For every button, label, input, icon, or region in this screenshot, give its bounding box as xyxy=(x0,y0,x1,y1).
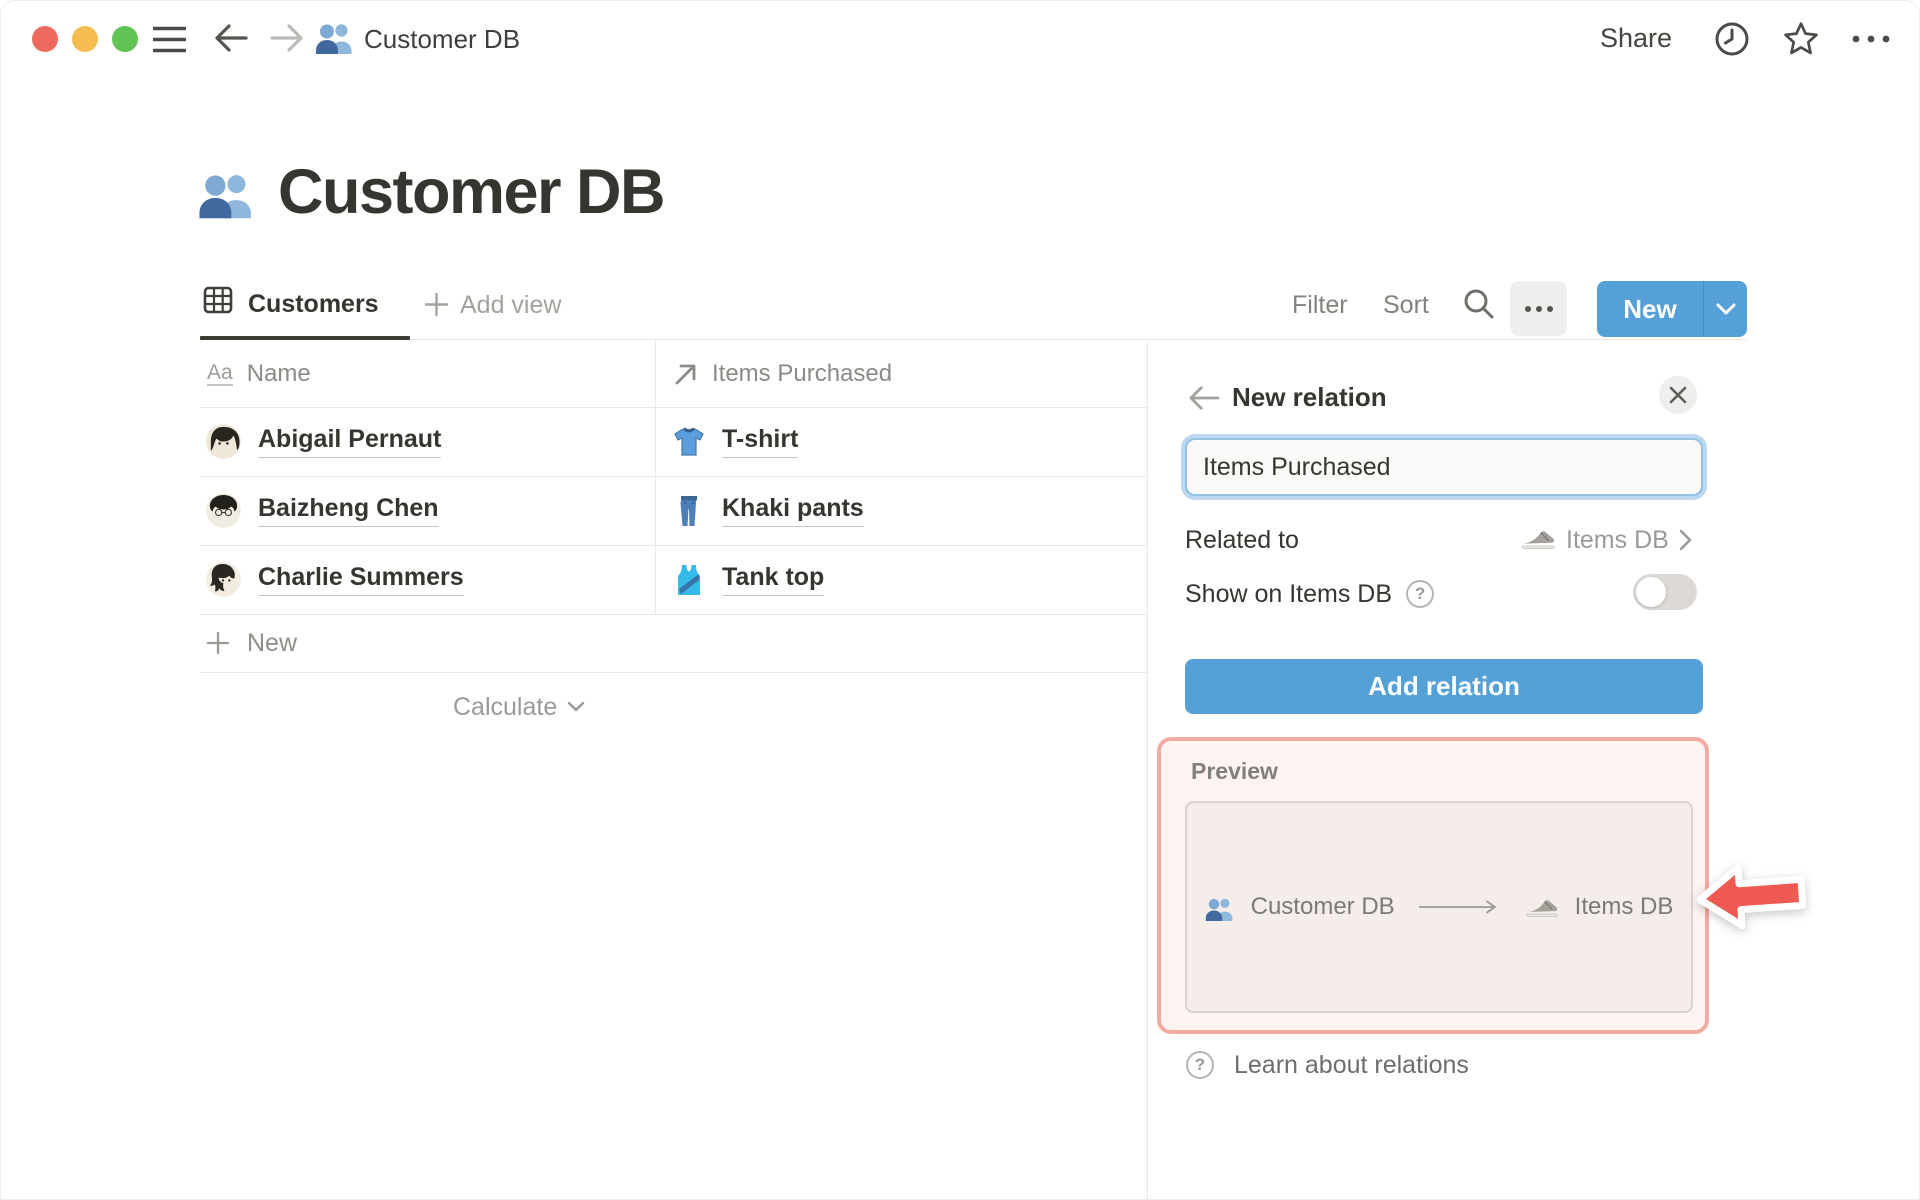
cell-item[interactable]: Tank top xyxy=(722,563,825,596)
table-row[interactable]: Abigail Pernaut xyxy=(206,407,442,476)
column-divider[interactable] xyxy=(655,341,656,614)
active-tab-underline xyxy=(200,336,410,340)
plus-icon xyxy=(206,631,230,655)
cell-name[interactable]: Abigail Pernaut xyxy=(258,425,442,458)
minimize-window-button[interactable] xyxy=(72,26,98,52)
table-cell-relation[interactable]: Khaki pants xyxy=(671,476,864,545)
help-icon: ? xyxy=(1186,1051,1214,1079)
jeans-icon xyxy=(680,495,697,526)
table-cell-relation[interactable]: T-shirt xyxy=(671,407,799,476)
sneaker-icon xyxy=(1525,897,1559,920)
sidebar-menu-icon[interactable] xyxy=(153,26,186,53)
table-view-icon xyxy=(203,286,233,314)
close-window-button[interactable] xyxy=(32,26,58,52)
new-record-button[interactable]: New xyxy=(1597,281,1704,337)
people-icon xyxy=(315,21,355,55)
long-arrow-right-icon xyxy=(1418,900,1496,914)
related-to-value[interactable]: Items DB xyxy=(1520,522,1692,558)
new-record-dropdown-button[interactable] xyxy=(1704,281,1747,337)
table-cell-relation[interactable]: Tank top xyxy=(671,545,825,614)
titlebar: Customer DB Share xyxy=(0,0,1920,76)
table-row[interactable]: Charlie Summers xyxy=(206,545,464,614)
cell-item[interactable]: T-shirt xyxy=(722,425,799,458)
text-property-icon: Aa xyxy=(207,361,233,387)
sort-button[interactable]: Sort xyxy=(1383,291,1429,320)
toolbar-divider xyxy=(200,339,1747,340)
search-icon[interactable] xyxy=(1462,287,1495,320)
relation-name-input[interactable] xyxy=(1185,438,1703,496)
favorite-star-icon[interactable] xyxy=(1782,21,1820,57)
avatar-abigail xyxy=(206,424,241,459)
cell-name[interactable]: Baizheng Chen xyxy=(258,494,439,527)
tab-customers[interactable]: Customers xyxy=(248,290,379,319)
relation-arrow-icon xyxy=(675,364,696,385)
panel-title: New relation xyxy=(1232,382,1387,412)
cell-name[interactable]: Charlie Summers xyxy=(258,563,464,596)
table-row[interactable]: Baizheng Chen xyxy=(206,476,439,545)
preview-target-db: Items DB xyxy=(1574,893,1674,920)
panel-divider xyxy=(1147,341,1148,1200)
calculate-button[interactable]: Calculate xyxy=(453,672,585,742)
plus-icon xyxy=(424,292,449,317)
add-view-button[interactable]: Add view xyxy=(460,291,561,320)
zoom-window-button[interactable] xyxy=(112,26,138,52)
page-title: Customer DB xyxy=(278,157,666,227)
preview-highlight-box: Preview Customer DB Items DB xyxy=(1157,737,1709,1034)
add-relation-button[interactable]: Add relation xyxy=(1185,659,1703,714)
share-button[interactable]: Share xyxy=(1600,23,1672,54)
chevron-down-icon xyxy=(568,701,585,712)
toggle-knob xyxy=(1636,577,1666,607)
sneaker-icon xyxy=(1520,528,1556,552)
add-row-button[interactable]: New xyxy=(206,614,297,672)
back-icon[interactable] xyxy=(214,23,248,53)
ellipsis-icon xyxy=(1524,305,1553,312)
relation-preview-card: Customer DB Items DB xyxy=(1185,801,1693,1013)
annotation-arrow-icon xyxy=(1696,864,1807,930)
people-icon xyxy=(198,170,256,220)
row-divider xyxy=(200,672,1147,673)
preview-label: Preview xyxy=(1191,758,1278,784)
chevron-down-icon xyxy=(1716,303,1735,314)
column-header-name[interactable]: Aa Name xyxy=(207,341,311,407)
panel-close-button[interactable] xyxy=(1659,376,1697,414)
preview-source-db: Customer DB xyxy=(1250,893,1395,920)
avatar-baizheng xyxy=(206,493,241,528)
tanktop-icon xyxy=(678,564,700,595)
chevron-right-icon xyxy=(1679,529,1692,551)
new-record-split-button: New xyxy=(1597,281,1747,337)
row-divider xyxy=(200,614,1147,615)
column-header-items-purchased[interactable]: Items Purchased xyxy=(673,341,892,407)
forward-icon[interactable] xyxy=(270,23,304,53)
cell-item[interactable]: Khaki pants xyxy=(722,494,864,527)
notion-window: Customer DB Share Customer DB Customers … xyxy=(0,0,1920,1200)
tshirt-icon xyxy=(674,427,704,456)
show-on-toggle[interactable] xyxy=(1633,574,1697,610)
people-icon xyxy=(1205,896,1235,922)
more-options-icon[interactable] xyxy=(1850,33,1892,45)
filter-button[interactable]: Filter xyxy=(1292,291,1348,320)
help-icon[interactable]: ? xyxy=(1406,580,1435,608)
history-clock-icon[interactable] xyxy=(1714,21,1750,57)
panel-back-icon[interactable] xyxy=(1188,384,1220,412)
avatar-charlie xyxy=(206,562,241,597)
related-to-label: Related to xyxy=(1185,526,1299,554)
learn-about-relations-link[interactable]: ? Learn about relations xyxy=(1186,1050,1469,1080)
show-on-label: Show on Items DB xyxy=(1185,579,1393,608)
close-icon xyxy=(1669,386,1687,404)
show-on-items-db-row: Show on Items DB ? xyxy=(1185,578,1435,610)
view-options-button[interactable] xyxy=(1510,281,1567,336)
titlebar-page-title: Customer DB xyxy=(364,24,521,54)
